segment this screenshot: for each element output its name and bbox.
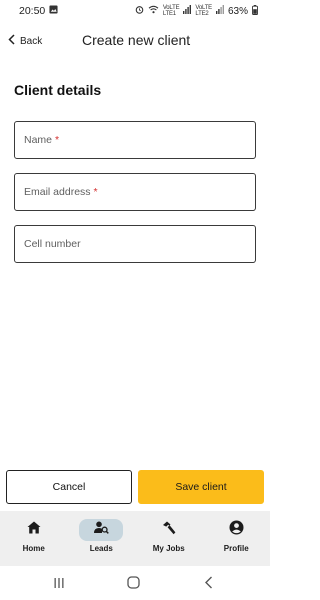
battery-percent: 63% [227,5,248,17]
alarm-icon [135,5,144,17]
page-title: Create new client [82,32,191,48]
home-icon [27,521,41,539]
cell-number-field[interactable]: Cell number [14,225,256,263]
create-client-screen: 20:50 VoLTE LTE1 VoLTE LTE2 63% Back Cre… [0,0,270,600]
cancel-button[interactable]: Cancel [6,470,132,504]
app-bar: Back Create new client [0,26,270,56]
back-button[interactable]: Back [8,32,42,50]
network1-indicator: VoLTE LTE1 [163,5,180,17]
nav-icon-container [214,519,258,541]
status-left: 20:50 [19,5,58,17]
battery-icon [252,4,258,18]
name-input[interactable] [15,122,255,158]
nav-item-my-jobs[interactable]: My Jobs [139,511,199,566]
home-system-button[interactable] [127,576,143,590]
name-field[interactable]: Name * [14,121,256,159]
cell-number-input[interactable] [15,226,255,262]
network1-bottom: LTE1 [162,11,176,17]
chevron-left-icon [8,34,15,48]
network2-indicator: VoLTE LTE2 [195,5,212,17]
email-field[interactable]: Email address * [14,173,256,211]
email-input[interactable] [15,174,255,210]
back-system-button[interactable] [204,576,220,590]
hammer-icon [162,521,176,540]
signal1-icon [183,5,192,17]
status-right: VoLTE LTE1 VoLTE LTE2 63% [135,4,258,18]
nav-icon-container [12,519,56,541]
network2-bottom: LTE2 [195,11,209,17]
system-navigation-bar [0,566,270,600]
nav-item-leads[interactable]: Leads [71,511,131,566]
gallery-notification-icon [49,5,58,17]
person-search-icon [93,521,109,539]
signal2-icon [215,5,224,17]
nav-icon-container [79,519,124,541]
client-details-heading: Client details [14,82,102,98]
bottom-navigation: Home Leads My Jobs Profile [0,511,270,566]
nav-label-profile: Profile [223,544,249,553]
nav-label-leads: Leads [89,544,113,553]
recent-apps-button[interactable] [53,576,69,590]
save-client-button[interactable]: Save client [138,470,264,504]
nav-label-my-jobs: My Jobs [152,544,185,553]
status-time: 20:50 [19,5,46,17]
nav-item-profile[interactable]: Profile [206,511,266,566]
account-circle-icon [229,520,244,540]
nav-item-home[interactable]: Home [4,511,64,566]
back-label: Back [20,35,43,47]
nav-icon-container [147,519,191,541]
nav-label-home: Home [22,544,45,553]
wifi-icon [148,5,159,17]
status-bar: 20:50 VoLTE LTE1 VoLTE LTE2 63% [0,0,270,22]
